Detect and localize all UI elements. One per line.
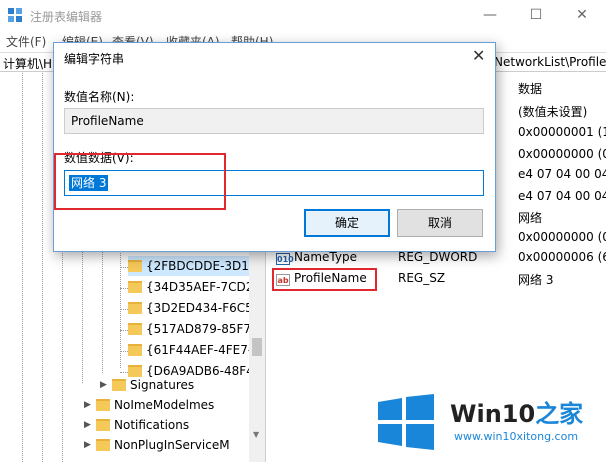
tree-branch-line [120, 309, 128, 310]
expand-arrow-icon[interactable]: ▶ [84, 420, 91, 430]
tree-guide-line [42, 73, 43, 462]
folder-icon [112, 379, 126, 391]
cancel-button[interactable]: 取消 [397, 209, 483, 237]
value-name-label: 数值名称(N): [64, 90, 135, 104]
close-button[interactable]: ✕ [559, 0, 605, 30]
value-data: e4 07 04 00 04 [518, 167, 606, 181]
tree-item[interactable]: NoImeModelmes [96, 395, 214, 415]
dialog-title: 编辑字符串 [64, 52, 125, 66]
value-data: 0x00000006 (6) [518, 250, 606, 264]
tree-item-label: NoImeModelmes [114, 398, 215, 412]
value-data: 0x00000000 (0) [518, 230, 606, 244]
tree-branch-line [120, 372, 128, 373]
value-name: NameType [294, 250, 357, 264]
highlight-box-value-data [54, 153, 226, 210]
folder-icon [128, 344, 142, 356]
menu-file[interactable]: 文件(F) [6, 33, 46, 50]
tree-branch-line [120, 288, 128, 289]
brand-main: Win10 [450, 400, 536, 428]
value-name-field: ProfileName [64, 108, 484, 134]
tree-item[interactable]: {517AD879-85F7- [128, 319, 255, 339]
registry-editor-icon [8, 8, 22, 22]
ok-button[interactable]: 确定 [304, 209, 390, 237]
tree-item-label: Notifications [114, 418, 190, 432]
folder-icon [128, 302, 142, 314]
tree-item-label: Signatures [130, 378, 195, 392]
value-data: 网络 [518, 211, 543, 225]
tree-item[interactable]: NonPlugInServiceM [96, 435, 230, 455]
tree-item-label: {3D2ED434-F6C5 [146, 301, 253, 315]
value-data: 0x00000001 (1) [518, 125, 606, 139]
tree-branch-line [120, 330, 128, 331]
tree-item[interactable]: {3D2ED434-F6C5 [128, 298, 253, 318]
edit-string-dialog: 编辑字符串 ✕ 数值名称(N): ProfileName 数值数据(V): 网络… [53, 42, 496, 252]
brand-accent: 之家 [535, 400, 584, 428]
tree-item-label: {2FBDCDDE-3D19 [146, 259, 257, 273]
value-data: 网络 3 [518, 273, 554, 287]
minimize-button[interactable]: — [467, 0, 513, 30]
column-header-data[interactable]: 数据 [518, 80, 542, 97]
tree-item[interactable]: {61F44AEF-4FE7- [128, 340, 252, 360]
binary-value-icon: 010 [276, 253, 294, 265]
expand-arrow-icon[interactable]: ▶ [100, 380, 107, 390]
tree-item-label: {517AD879-85F7- [146, 322, 256, 336]
expand-arrow-icon[interactable]: ▶ [84, 400, 91, 410]
folder-icon [96, 419, 110, 431]
value-data: (数值未设置) [518, 105, 588, 119]
tree-item[interactable]: {2FBDCDDE-3D19 [128, 256, 257, 276]
value-data: 0x00000000 (0) [518, 147, 606, 161]
tree-item[interactable]: Notifications [96, 415, 189, 435]
watermark-logo: Win10之家 www.win10xitong.com [374, 388, 606, 462]
value-row-nametype[interactable]: 010NameType [276, 250, 357, 265]
highlight-box-profilename [272, 268, 377, 291]
dialog-close-button[interactable]: ✕ [472, 46, 485, 65]
address-path-start: 计算机\H [3, 57, 53, 71]
windows-logo-icon [378, 394, 434, 450]
tree-branch-line [120, 267, 128, 268]
folder-icon [96, 399, 110, 411]
folder-icon [128, 323, 142, 335]
tree-item[interactable]: Signatures [112, 375, 194, 395]
folder-icon [128, 260, 142, 272]
scrollbar-thumb[interactable] [252, 338, 262, 356]
tree-item[interactable]: {34D35AEF-7CD2 [128, 277, 253, 297]
folder-icon [128, 281, 142, 293]
tree-guide-line [22, 73, 23, 462]
expand-arrow-icon[interactable]: ▶ [84, 440, 91, 450]
value-type: REG_SZ [398, 271, 446, 285]
scroll-down-icon[interactable]: ▼ [253, 430, 259, 439]
tree-item-label: {34D35AEF-7CD2 [146, 280, 254, 294]
folder-icon [96, 439, 110, 451]
watermark-url: www.win10xitong.com [454, 430, 579, 443]
address-path-end: NetworkList\Profiles [494, 55, 606, 69]
tree-item-label: {61F44AEF-4FE7- [146, 343, 253, 357]
watermark-brand: Win10之家 [450, 394, 583, 429]
tree-branch-line [120, 351, 128, 352]
value-data: e4 07 04 00 04 [518, 189, 606, 203]
window-title: 注册表编辑器 [30, 10, 103, 24]
value-type: REG_DWORD [398, 250, 478, 264]
title-bar: 注册表编辑器 — ☐ ✕ [0, 0, 606, 30]
maximize-button[interactable]: ☐ [513, 0, 559, 30]
tree-item-label: NonPlugInServiceM [114, 438, 230, 452]
